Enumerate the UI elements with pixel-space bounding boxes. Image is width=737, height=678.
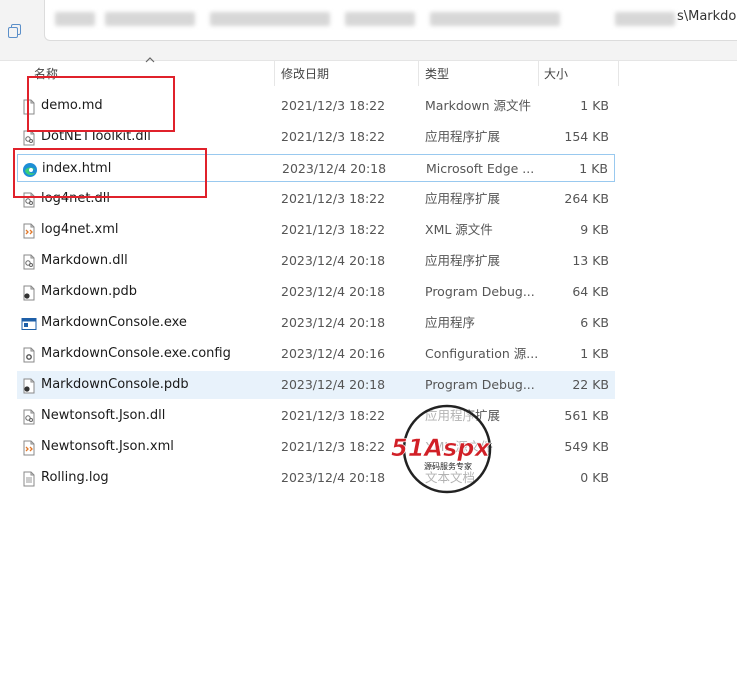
file-type: 应用程序扩展	[425, 253, 501, 268]
file-name: Markdown.pdb	[41, 284, 138, 299]
file-name: MarkdownConsole.exe	[41, 315, 187, 330]
address-bar[interactable]: s\Markdow	[44, 0, 737, 41]
file-row[interactable]: MarkdownConsole.exe.config 2023/12/4 20:1…	[17, 340, 615, 368]
file-pdb-icon	[21, 377, 37, 394]
file-date: 2023/12/4 20:18	[281, 284, 386, 299]
column-header-size[interactable]: 大小	[544, 60, 614, 88]
blurred-path-segment	[105, 12, 195, 26]
file-pdb-icon	[21, 284, 37, 301]
file-size: 1 KB	[579, 161, 608, 176]
file-name: Markdown.dll	[41, 253, 128, 268]
top-bar: s\Markdow	[0, 0, 737, 61]
highlight-box-demo-md	[27, 76, 175, 132]
file-size: 0 KB	[580, 470, 609, 485]
file-size: 6 KB	[580, 315, 609, 330]
file-type: XML 源文件	[425, 222, 493, 237]
file-date: 2021/12/3 18:22	[281, 191, 386, 206]
file-dll-icon	[21, 253, 37, 270]
file-size: 154 KB	[564, 129, 609, 144]
file-xml-icon	[21, 439, 37, 456]
file-row[interactable]: MarkdownConsole.exe 2023/12/4 20:18 应用程序 6 …	[17, 309, 615, 337]
column-divider[interactable]	[274, 60, 275, 86]
blurred-path-segment	[615, 12, 675, 26]
file-date: 2021/12/3 18:22	[281, 222, 386, 237]
blurred-path-segment	[55, 12, 95, 26]
file-type: 应用程序扩展	[425, 129, 501, 144]
watermark-brand: 51Aspx	[391, 434, 491, 462]
file-date: 2023/12/4 20:18	[282, 161, 387, 176]
file-dll-icon	[21, 408, 37, 425]
column-divider[interactable]	[418, 60, 419, 86]
file-type: 应用程序	[425, 315, 476, 330]
file-date: 2021/12/3 18:22	[281, 129, 386, 144]
file-size: 1 KB	[580, 98, 609, 113]
file-name: log4net.xml	[41, 222, 119, 237]
file-type: Configuration 源...	[425, 346, 539, 361]
address-path-tail: s\Markdow	[676, 9, 737, 24]
column-divider[interactable]	[618, 60, 619, 86]
file-date: 2023/12/4 20:18	[281, 253, 386, 268]
column-header-date[interactable]: 修改日期	[281, 60, 417, 88]
blurred-path-segment	[430, 12, 560, 26]
file-config-icon	[21, 346, 37, 363]
file-date: 2021/12/3 18:22	[281, 98, 386, 113]
blurred-path-segment	[345, 12, 415, 26]
file-name: Newtonsoft.Json.xml	[41, 439, 174, 454]
file-type: Markdown 源文件	[425, 98, 532, 113]
file-type: Microsoft Edge ...	[426, 161, 535, 176]
file-size: 549 KB	[564, 439, 609, 454]
file-name: Newtonsoft.Json.dll	[41, 408, 166, 423]
file-date: 2023/12/4 20:18	[281, 470, 386, 485]
file-row[interactable]: Rolling.log2023/12/4 20:18文本文档0 KB	[17, 464, 615, 492]
file-date: 2021/12/3 18:22	[281, 439, 386, 454]
file-row[interactable]: Markdown.pdb 2023/12/4 20:18 Program Debug…	[17, 278, 615, 306]
file-size: 22 KB	[572, 377, 609, 392]
file-name: MarkdownConsole.exe.config	[41, 346, 231, 361]
watermark-logo: 51Aspx 源码服务专家	[391, 404, 492, 494]
file-size: 561 KB	[564, 408, 609, 423]
file-row[interactable]: MarkdownConsole.pdb 2023/12/4 20:18 Progra…	[17, 371, 615, 399]
file-size: 64 KB	[572, 284, 609, 299]
file-name: Rolling.log	[41, 470, 109, 485]
file-date: 2023/12/4 20:18	[281, 315, 386, 330]
file-date: 2021/12/3 18:22	[281, 408, 386, 423]
file-date: 2023/12/4 20:16	[281, 346, 386, 361]
file-row[interactable]: Markdown.dll 2023/12/4 20:18 应用程序扩展 13 KB	[17, 247, 615, 275]
file-size: 264 KB	[564, 191, 609, 206]
file-type: Program Debug...	[425, 284, 535, 299]
copy-icon[interactable]	[8, 24, 22, 38]
file-row[interactable]: Newtonsoft.Json.xml2021/12/3 18:22XML 源文…	[17, 433, 615, 461]
column-divider[interactable]	[538, 60, 539, 86]
column-header-type[interactable]: 类型	[425, 60, 535, 88]
file-size: 9 KB	[580, 222, 609, 237]
file-size: 1 KB	[580, 346, 609, 361]
file-size: 13 KB	[572, 253, 609, 268]
file-date: 2023/12/4 20:18	[281, 377, 386, 392]
file-row[interactable]: Newtonsoft.Json.dll2021/12/3 18:22应用程序扩展…	[17, 402, 615, 430]
highlight-box-index-html	[13, 148, 207, 198]
watermark-sub: 源码服务专家	[424, 461, 472, 471]
file-row[interactable]: log4net.xml 2021/12/3 18:22 XML 源文件 9 KB	[17, 216, 615, 244]
file-xml-icon	[21, 222, 37, 239]
file-text-icon	[21, 470, 37, 487]
blurred-path-segment	[210, 12, 330, 26]
file-exe-icon	[21, 315, 37, 331]
file-name: MarkdownConsole.pdb	[41, 377, 189, 392]
file-type: 应用程序扩展	[425, 191, 501, 206]
file-type: Program Debug...	[425, 377, 535, 392]
